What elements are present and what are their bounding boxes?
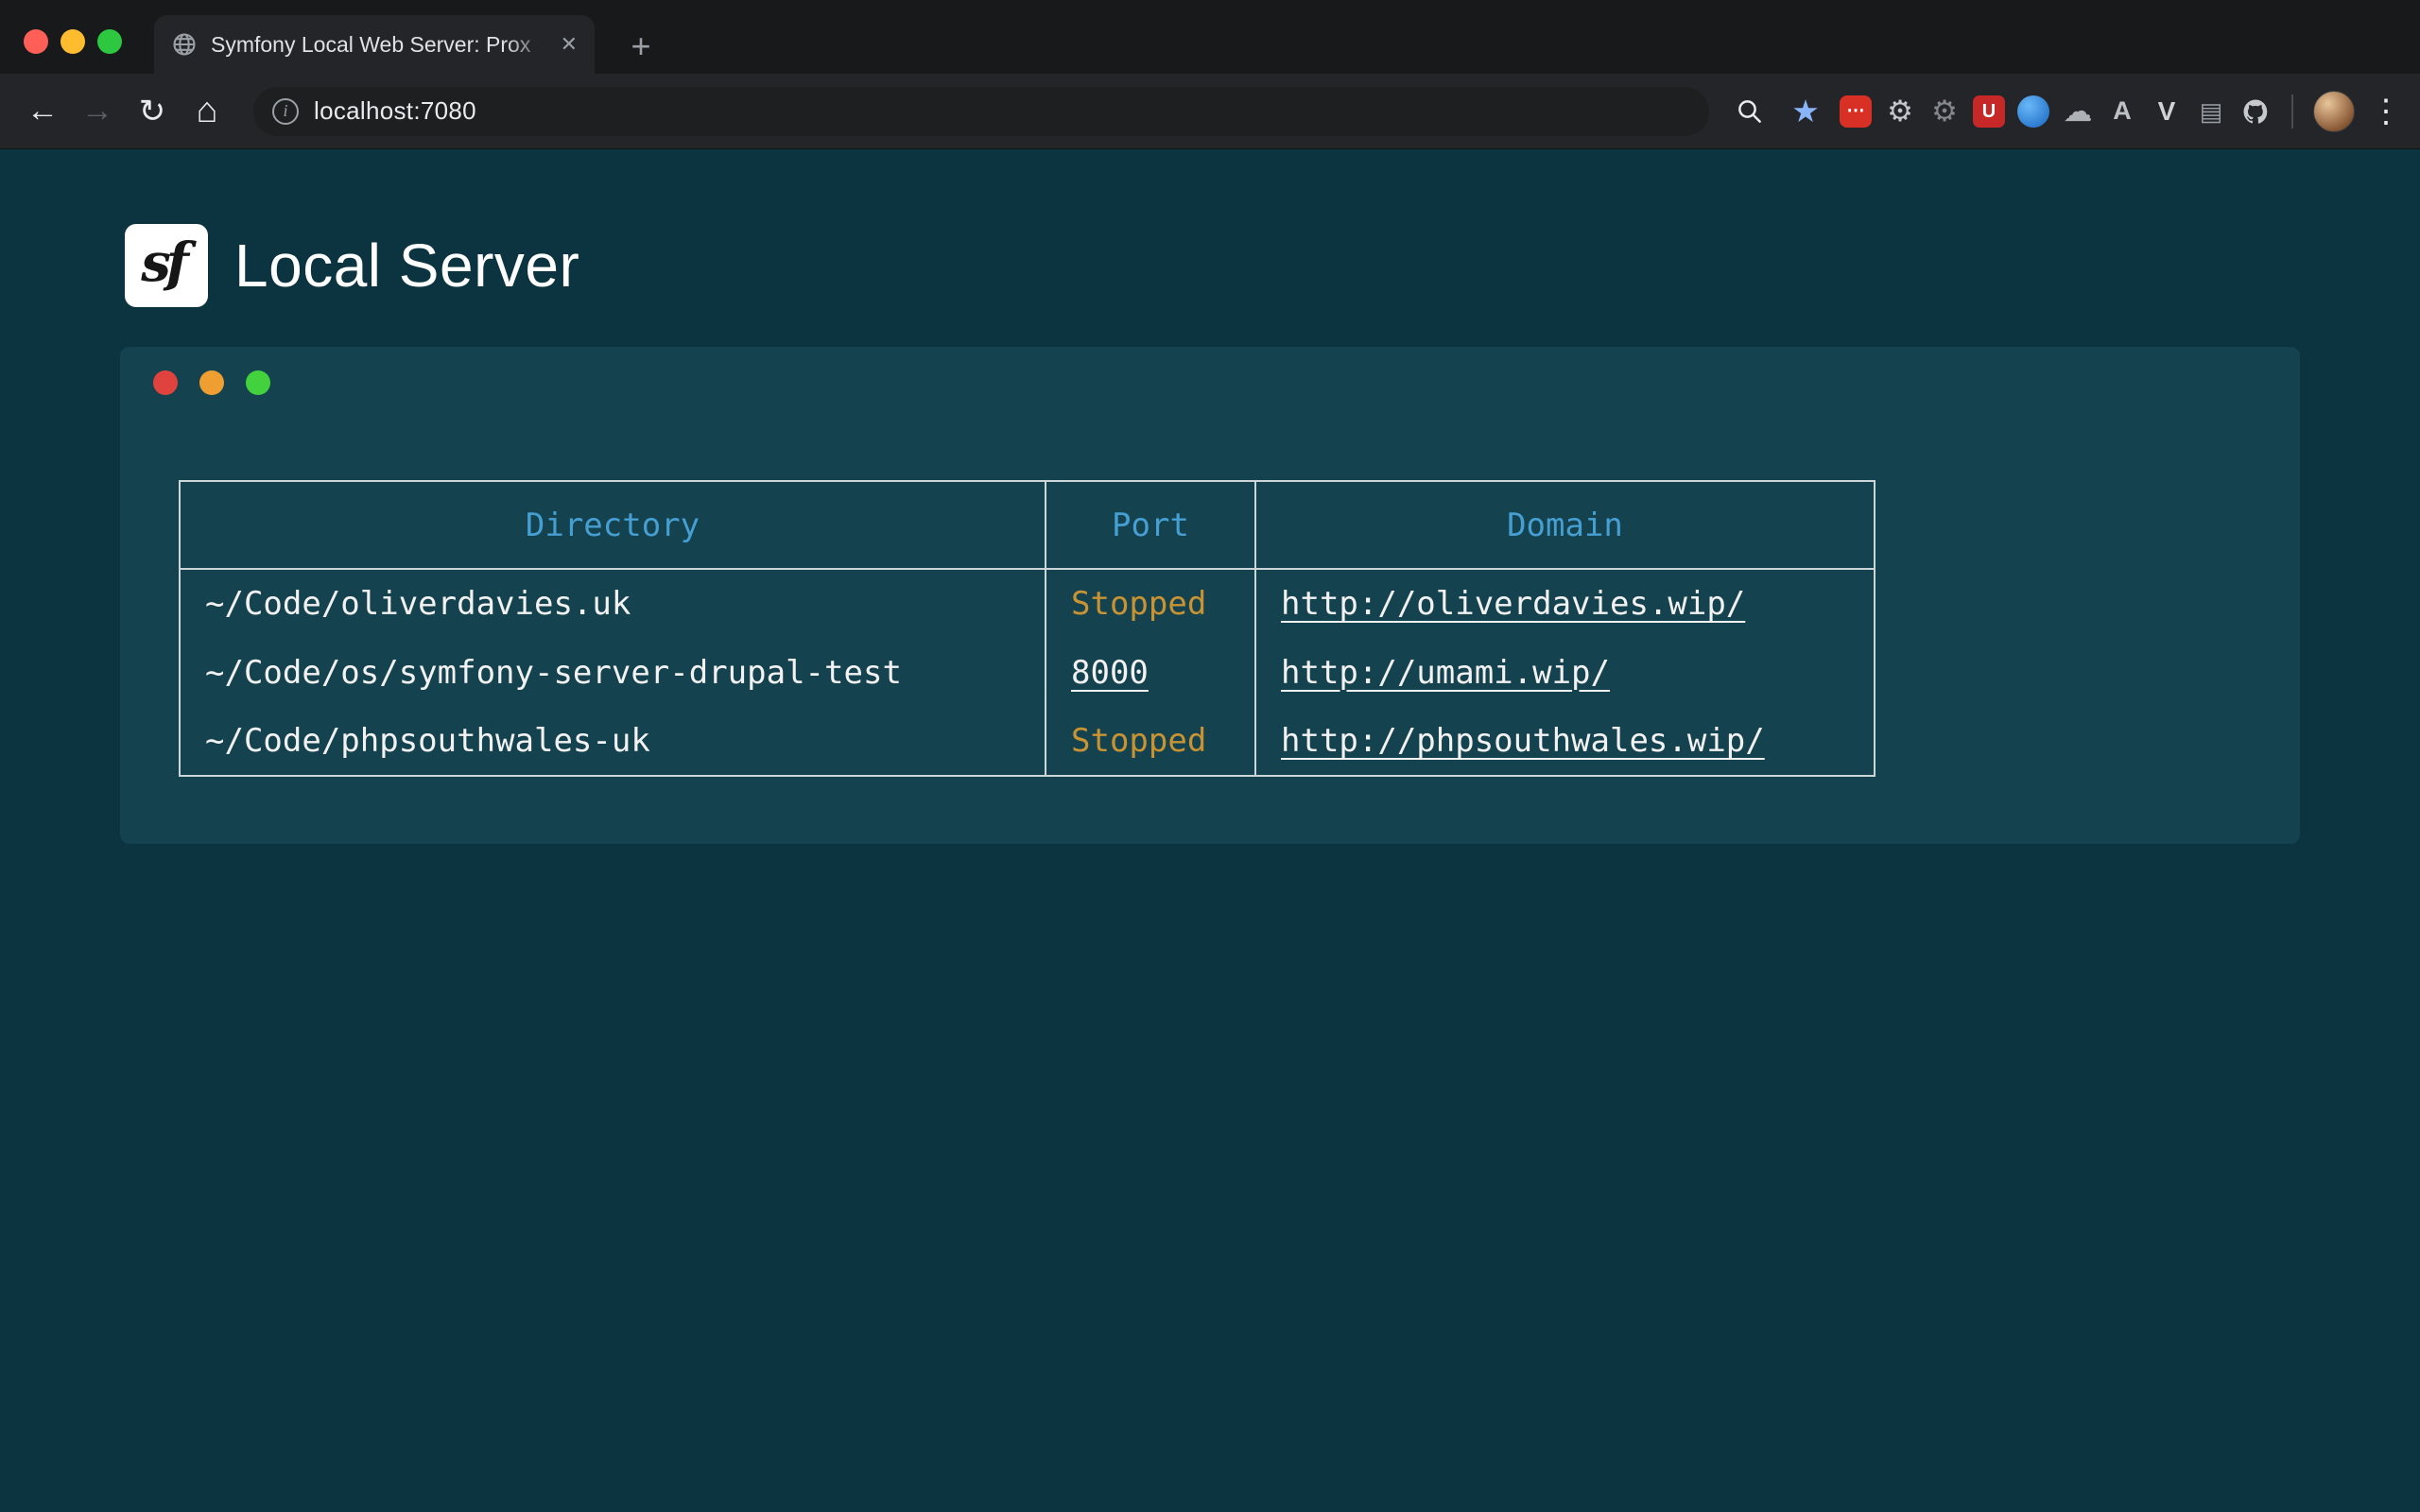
- home-button home-icon[interactable]: ⌂: [180, 84, 234, 139]
- brand-header: sf Local Server: [125, 224, 579, 307]
- toolbar-actions: ★ ⋯ ⚙ ⚙ U ☁ A V ▤ ⋮: [1728, 90, 2405, 133]
- panel-green-dot-icon: [246, 370, 270, 395]
- domain-link[interactable]: http://oliverdavies.wip/: [1281, 585, 1745, 623]
- github-extension-icon[interactable]: [2239, 95, 2272, 128]
- window-zoom-button[interactable]: [97, 29, 122, 54]
- server-table: Directory Port Domain ~/Code/oliverdavie…: [179, 480, 1876, 777]
- port-status: Stopped: [1071, 585, 1206, 623]
- table-row: ~/Code/oliverdavies.uk Stopped http://ol…: [180, 569, 1875, 638]
- page-content: sf Local Server Directory Port Domain: [0, 149, 2420, 1511]
- domain-cell: http://phpsouthwales.wip/: [1255, 707, 1875, 776]
- adblock-extension-icon[interactable]: ⋯: [1840, 95, 1872, 128]
- panel-orange-dot-icon: [199, 370, 224, 395]
- page-title: Local Server: [234, 231, 579, 301]
- directory-cell: ~/Code/oliverdavies.uk: [180, 569, 1046, 638]
- symfony-logo-icon: sf: [125, 224, 208, 307]
- column-header-domain: Domain: [1255, 481, 1875, 569]
- new-tab-button[interactable]: +: [619, 26, 663, 66]
- domain-cell: http://oliverdavies.wip/: [1255, 569, 1875, 638]
- panel-extension-icon[interactable]: ▤: [2195, 95, 2227, 128]
- toolbar-separator: [2291, 94, 2293, 129]
- directory-cell: ~/Code/phpsouthwales-uk: [180, 707, 1046, 776]
- symfony-logo-text: sf: [141, 232, 192, 300]
- table-header-row: Directory Port Domain: [180, 481, 1875, 569]
- blue-circle-extension-icon[interactable]: [2017, 95, 2049, 128]
- window-controls: [24, 29, 122, 54]
- port-link[interactable]: 8000: [1071, 654, 1149, 692]
- bookmark-button[interactable]: ★: [1784, 90, 1827, 133]
- cloud-extension-icon[interactable]: ☁: [2062, 95, 2094, 128]
- panel-red-dot-icon: [153, 370, 178, 395]
- letter-v-extension-icon[interactable]: V: [2151, 95, 2183, 128]
- zoom-button[interactable]: [1728, 90, 1772, 133]
- tab-strip: Symfony Local Web Server: Prox ✕ +: [0, 0, 2420, 74]
- port-cell: Stopped: [1046, 569, 1255, 638]
- port-cell: 8000: [1046, 638, 1255, 707]
- bookmark-star-icon: ★: [1791, 95, 1820, 127]
- port-cell: Stopped: [1046, 707, 1255, 776]
- column-header-directory: Directory: [180, 481, 1046, 569]
- server-panel: Directory Port Domain ~/Code/oliverdavie…: [120, 347, 2300, 844]
- close-tab-icon[interactable]: ✕: [561, 32, 578, 57]
- domain-link[interactable]: http://umami.wip/: [1281, 654, 1610, 692]
- window-close-button[interactable]: [24, 29, 48, 54]
- gear-extension-icon[interactable]: ⚙: [1884, 95, 1916, 128]
- browser-menu-button kebab-menu-icon[interactable]: ⋮: [2367, 93, 2405, 130]
- domain-cell: http://umami.wip/: [1255, 638, 1875, 707]
- cog-extension-icon[interactable]: ⚙: [1928, 95, 1961, 128]
- window-minimize-button[interactable]: [60, 29, 85, 54]
- letter-a-extension-icon[interactable]: A: [2106, 95, 2138, 128]
- browser-tab[interactable]: Symfony Local Web Server: Prox ✕: [154, 15, 595, 74]
- panel-window-dots: [153, 370, 270, 395]
- tab-title: Symfony Local Web Server: Prox: [211, 32, 553, 58]
- site-info-icon[interactable]: i: [272, 98, 299, 125]
- forward-button forward-icon[interactable]: →: [70, 84, 125, 139]
- reload-button reload-icon[interactable]: ↻: [125, 84, 180, 139]
- table-row: ~/Code/os/symfony-server-drupal-test 800…: [180, 638, 1875, 707]
- port-status: Stopped: [1071, 722, 1206, 760]
- browser-toolbar: ← → ↻ ⌂ i localhost:7080 ★ ⋯ ⚙ ⚙ U ☁ A V…: [0, 74, 2420, 149]
- octocat-icon: [2241, 97, 2270, 126]
- magnifier-icon: [1736, 97, 1764, 126]
- address-bar[interactable]: i localhost:7080: [253, 87, 1709, 136]
- profile-avatar[interactable]: [2313, 91, 2355, 132]
- column-header-port: Port: [1046, 481, 1255, 569]
- domain-link[interactable]: http://phpsouthwales.wip/: [1281, 722, 1765, 760]
- back-button back-icon[interactable]: ←: [15, 84, 70, 139]
- ublock-extension-icon[interactable]: U: [1973, 95, 2005, 128]
- table-row: ~/Code/phpsouthwales-uk Stopped http://p…: [180, 707, 1875, 776]
- url-text[interactable]: localhost:7080: [314, 96, 476, 126]
- directory-cell: ~/Code/os/symfony-server-drupal-test: [180, 638, 1046, 707]
- globe-favicon-icon: [171, 31, 198, 58]
